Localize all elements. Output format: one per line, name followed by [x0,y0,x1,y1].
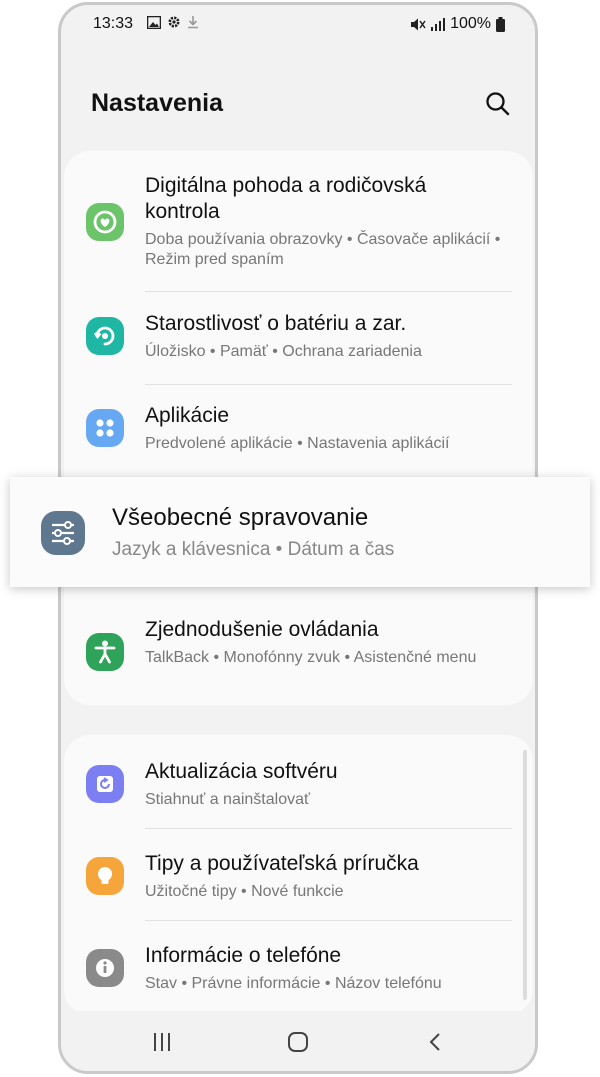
settings-card-1: Digitálna pohoda a rodičovská kontrola D… [64,151,533,705]
list-item-digital-wellbeing[interactable]: Digitálna pohoda a rodičovská kontrola D… [64,171,533,291]
item-title: Digitálna pohoda a rodičovská kontrola [145,174,427,223]
scrollbar[interactable] [523,750,527,1000]
home-button[interactable] [285,1029,311,1055]
list-item-tips[interactable]: Tipy a používateľská príručka Užitočné t… [64,843,533,923]
back-button[interactable] [423,1029,449,1055]
battery-icon [496,16,505,32]
item-title: Aktualizácia softvéru [145,760,338,783]
list-item-accessibility[interactable]: Zjednodušenie ovládania TalkBack • Monof… [64,615,533,705]
divider [145,920,512,921]
list-item-apps[interactable]: Aplikácie Predvolené aplikácie • Nastave… [64,395,533,475]
search-button[interactable] [483,89,513,119]
page-title: Nastavenia [91,89,224,117]
divider [145,291,512,292]
general-management-icon [41,511,85,555]
mute-icon [411,18,426,30]
item-subtitle: Predvolené aplikácie • Nastavenia apliká… [145,435,450,452]
recent-apps-button[interactable] [149,1029,175,1055]
divider [145,384,512,385]
item-subtitle: Jazyk a klávesnica • Dátum a čas [112,539,395,560]
battery-percent: 100% [450,15,491,32]
signal-icon [431,17,446,31]
status-bar: 13:33 100% [61,5,535,43]
search-icon [486,92,510,116]
accessibility-icon [86,633,124,671]
highlighted-item-general-management[interactable]: Všeobecné spravovanie Jazyk a klávesnica… [10,477,590,587]
item-title: Informácie o telefóne [145,944,342,967]
list-item-software-update[interactable]: Aktualizácia softvéru Stiahnuť a nainšta… [64,751,533,831]
tips-icon [86,857,124,895]
item-title: Starostlivosť o batériu a zar. [145,312,407,335]
digital-wellbeing-icon [86,203,124,241]
list-item-device-care[interactable]: Starostlivosť o batériu a zar. Úložisko … [64,303,533,383]
item-title: Tipy a používateľská príručka [145,852,419,875]
settings-card-2: Aktualizácia softvéru Stiahnuť a nainšta… [64,735,533,1015]
item-subtitle: Stiahnuť a nainštalovať [145,791,310,808]
item-subtitle: Užitočné tipy • Nové funkcie [145,883,344,900]
image-icon [147,15,161,29]
recent-apps-icon [154,1033,170,1051]
back-arrow-icon [429,1033,440,1051]
divider [145,828,512,829]
status-icons-right: 100% [410,15,505,33]
device-care-icon [86,317,124,355]
item-title: Všeobecné spravovanie [112,504,369,531]
settings-gear-icon [168,16,180,28]
status-time: 13:33 [93,15,134,32]
status-icons-left [147,15,199,29]
item-subtitle: Stav • Právne informácie • Názov telefón… [145,975,442,992]
list-item-about-phone[interactable]: Informácie o telefóne Stav • Právne info… [64,935,533,1015]
item-subtitle: TalkBack • Monofónny zvuk • Asistenčné m… [145,649,477,666]
home-icon [288,1032,308,1052]
navigation-bar [61,1011,535,1071]
item-title: Zjednodušenie ovládania [145,618,379,641]
software-update-icon [86,765,124,803]
item-subtitle: Doba používania obrazovky • Časovače apl… [145,231,501,268]
download-icon [188,16,198,29]
item-subtitle: Úložisko • Pamäť • Ochrana zariadenia [145,343,422,360]
apps-icon [86,409,124,447]
info-icon [86,949,124,987]
item-title: Aplikácie [145,404,230,427]
